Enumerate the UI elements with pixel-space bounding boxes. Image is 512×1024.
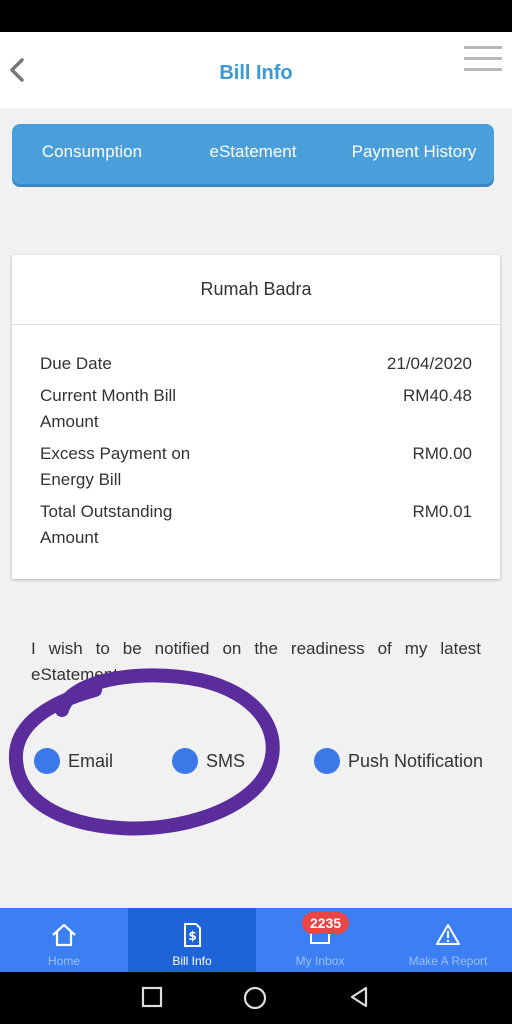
excess-payment-row: Excess Payment on Energy Bill RM0.00: [40, 441, 472, 493]
sms-option[interactable]: SMS: [172, 748, 245, 774]
nav-label: Home: [47, 954, 80, 968]
tab-estatement[interactable]: eStatement: [172, 124, 334, 184]
nav-label: Make A Report: [408, 954, 488, 968]
nav-label: Bill Info: [172, 954, 212, 968]
nav-bill-info[interactable]: $ Bill Info: [128, 908, 256, 972]
total-outstanding-row: Total Outstanding Amount RM0.01: [40, 499, 472, 551]
tab-bar: Consumption eStatement Payment History: [12, 124, 494, 184]
notification-options: Email SMS Push Notification: [0, 748, 512, 778]
recent-apps-icon[interactable]: [141, 986, 163, 1008]
hamburger-menu-icon[interactable]: [464, 46, 502, 76]
email-option[interactable]: Email: [34, 748, 113, 774]
home-circle-icon[interactable]: [243, 986, 267, 1010]
app-bar: Bill Info: [0, 32, 512, 108]
warning-icon: [436, 924, 460, 945]
nav-home[interactable]: Home: [0, 908, 128, 972]
nav-my-inbox[interactable]: 2235 My Inbox: [256, 908, 384, 972]
home-icon: [52, 923, 76, 947]
page-title: Bill Info: [219, 62, 293, 84]
row-label: Due Date: [40, 354, 112, 373]
bill-summary-card: Rumah Badra Due Date 21/04/2020 Current …: [12, 255, 500, 579]
inbox-count-badge: 2235: [302, 912, 350, 934]
row-label: Current Month Bill Amount: [40, 386, 177, 431]
row-label: Total Outstanding Amount: [40, 502, 173, 547]
back-triangle-icon[interactable]: [348, 986, 370, 1008]
radio-dot-icon[interactable]: [314, 748, 340, 774]
push-notification-option[interactable]: Push Notification: [314, 748, 483, 774]
bill-icon: $: [184, 923, 201, 947]
due-date-row: Due Date 21/04/2020: [40, 351, 472, 377]
radio-dot-icon[interactable]: [172, 748, 198, 774]
radio-dot-icon[interactable]: [34, 748, 60, 774]
option-label: SMS: [206, 750, 246, 771]
tab-consumption[interactable]: Consumption: [12, 124, 172, 184]
nav-make-a-report[interactable]: Make A Report: [384, 908, 512, 972]
svg-text:$: $: [188, 929, 196, 943]
option-label: Email: [68, 750, 114, 771]
system-navigation-bar: [0, 972, 512, 1024]
current-bill-row: Current Month Bill Amount RM40.48: [40, 383, 472, 435]
notification-preference-text: I wish to be notified on the readiness o…: [31, 639, 481, 684]
status-bar: [0, 0, 512, 32]
option-label: Push Notification: [348, 750, 484, 771]
row-value: 21/04/2020: [386, 354, 472, 373]
row-value: RM0.01: [412, 502, 472, 521]
nav-label: My Inbox: [295, 954, 345, 968]
account-name: Rumah Badra: [12, 255, 500, 325]
row-value: RM0.00: [412, 444, 472, 463]
row-value: RM40.48: [403, 386, 472, 405]
bottom-navigation: Home $ Bill Info 2235 My Inbox Make A Re…: [0, 908, 512, 972]
tab-payment-history[interactable]: Payment History: [334, 124, 494, 184]
row-label: Excess Payment on Energy Bill: [40, 444, 191, 489]
